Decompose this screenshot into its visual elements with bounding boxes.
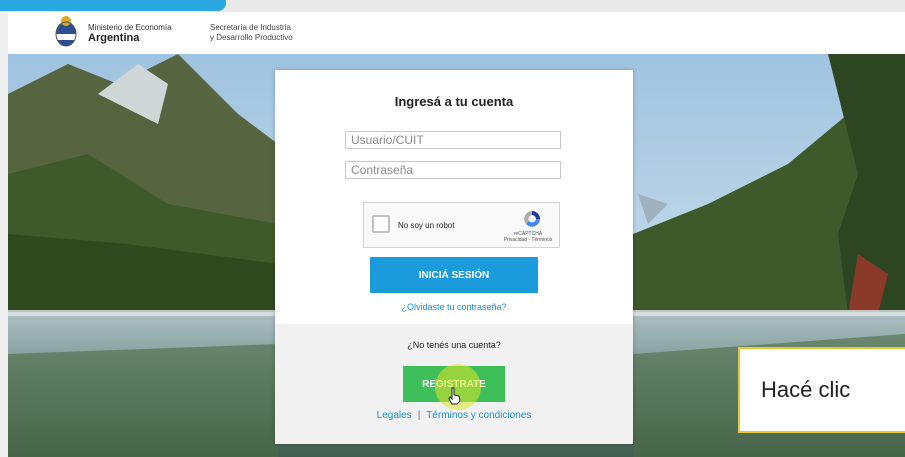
tutorial-caption: Hacé clic [738, 347, 905, 433]
caption-text: Hacé clic [761, 377, 851, 402]
recaptcha-label: No soy un robot [398, 221, 455, 230]
recaptcha-widget: No soy un robot reCAPTCHA Privacidad - T… [363, 202, 560, 248]
login-button[interactable]: INICIÁ SESIÓN [370, 257, 538, 293]
recaptcha-icon [524, 211, 540, 227]
recaptcha-checkbox[interactable] [372, 215, 390, 233]
secretary-line2: y Desarrollo Productivo [210, 33, 293, 42]
secretary-line1: Secretaría de Industria [210, 23, 291, 32]
forgot-password-link[interactable]: ¿Olvidaste tu contraseña? [275, 302, 633, 312]
ministry-line2: Argentina [88, 32, 140, 44]
footer-separator: | [417, 410, 421, 421]
footer-links: Legales | Términos y condiciones [275, 410, 633, 421]
recaptcha-brand: reCAPTCHA Privacidad - Términos [500, 231, 556, 243]
argentina-crest-icon [55, 16, 77, 47]
login-card: Ingresá a tu cuenta No soy un robot reCA… [275, 70, 633, 444]
no-account-text: ¿No tenés una cuenta? [407, 340, 501, 350]
browser-tab-accent [0, 0, 226, 11]
secretary-text: Secretaría de Industria y Desarrollo Pro… [210, 23, 293, 43]
register-section: ¿No tenés una cuenta? REGISTRATE Legales… [275, 324, 633, 444]
site-header: Ministerio de Economía Argentina Secreta… [8, 12, 905, 54]
ministry-logo-text: Ministerio de Economía Argentina [88, 22, 172, 44]
pointer-cursor-icon [448, 387, 461, 405]
terms-link[interactable]: Términos y condiciones [426, 410, 531, 421]
legal-link[interactable]: Legales [377, 410, 412, 421]
recaptcha-links[interactable]: Privacidad - Términos [500, 237, 556, 243]
password-input[interactable] [345, 161, 561, 179]
username-input[interactable] [345, 131, 561, 149]
login-title: Ingresá a tu cuenta [394, 94, 514, 109]
